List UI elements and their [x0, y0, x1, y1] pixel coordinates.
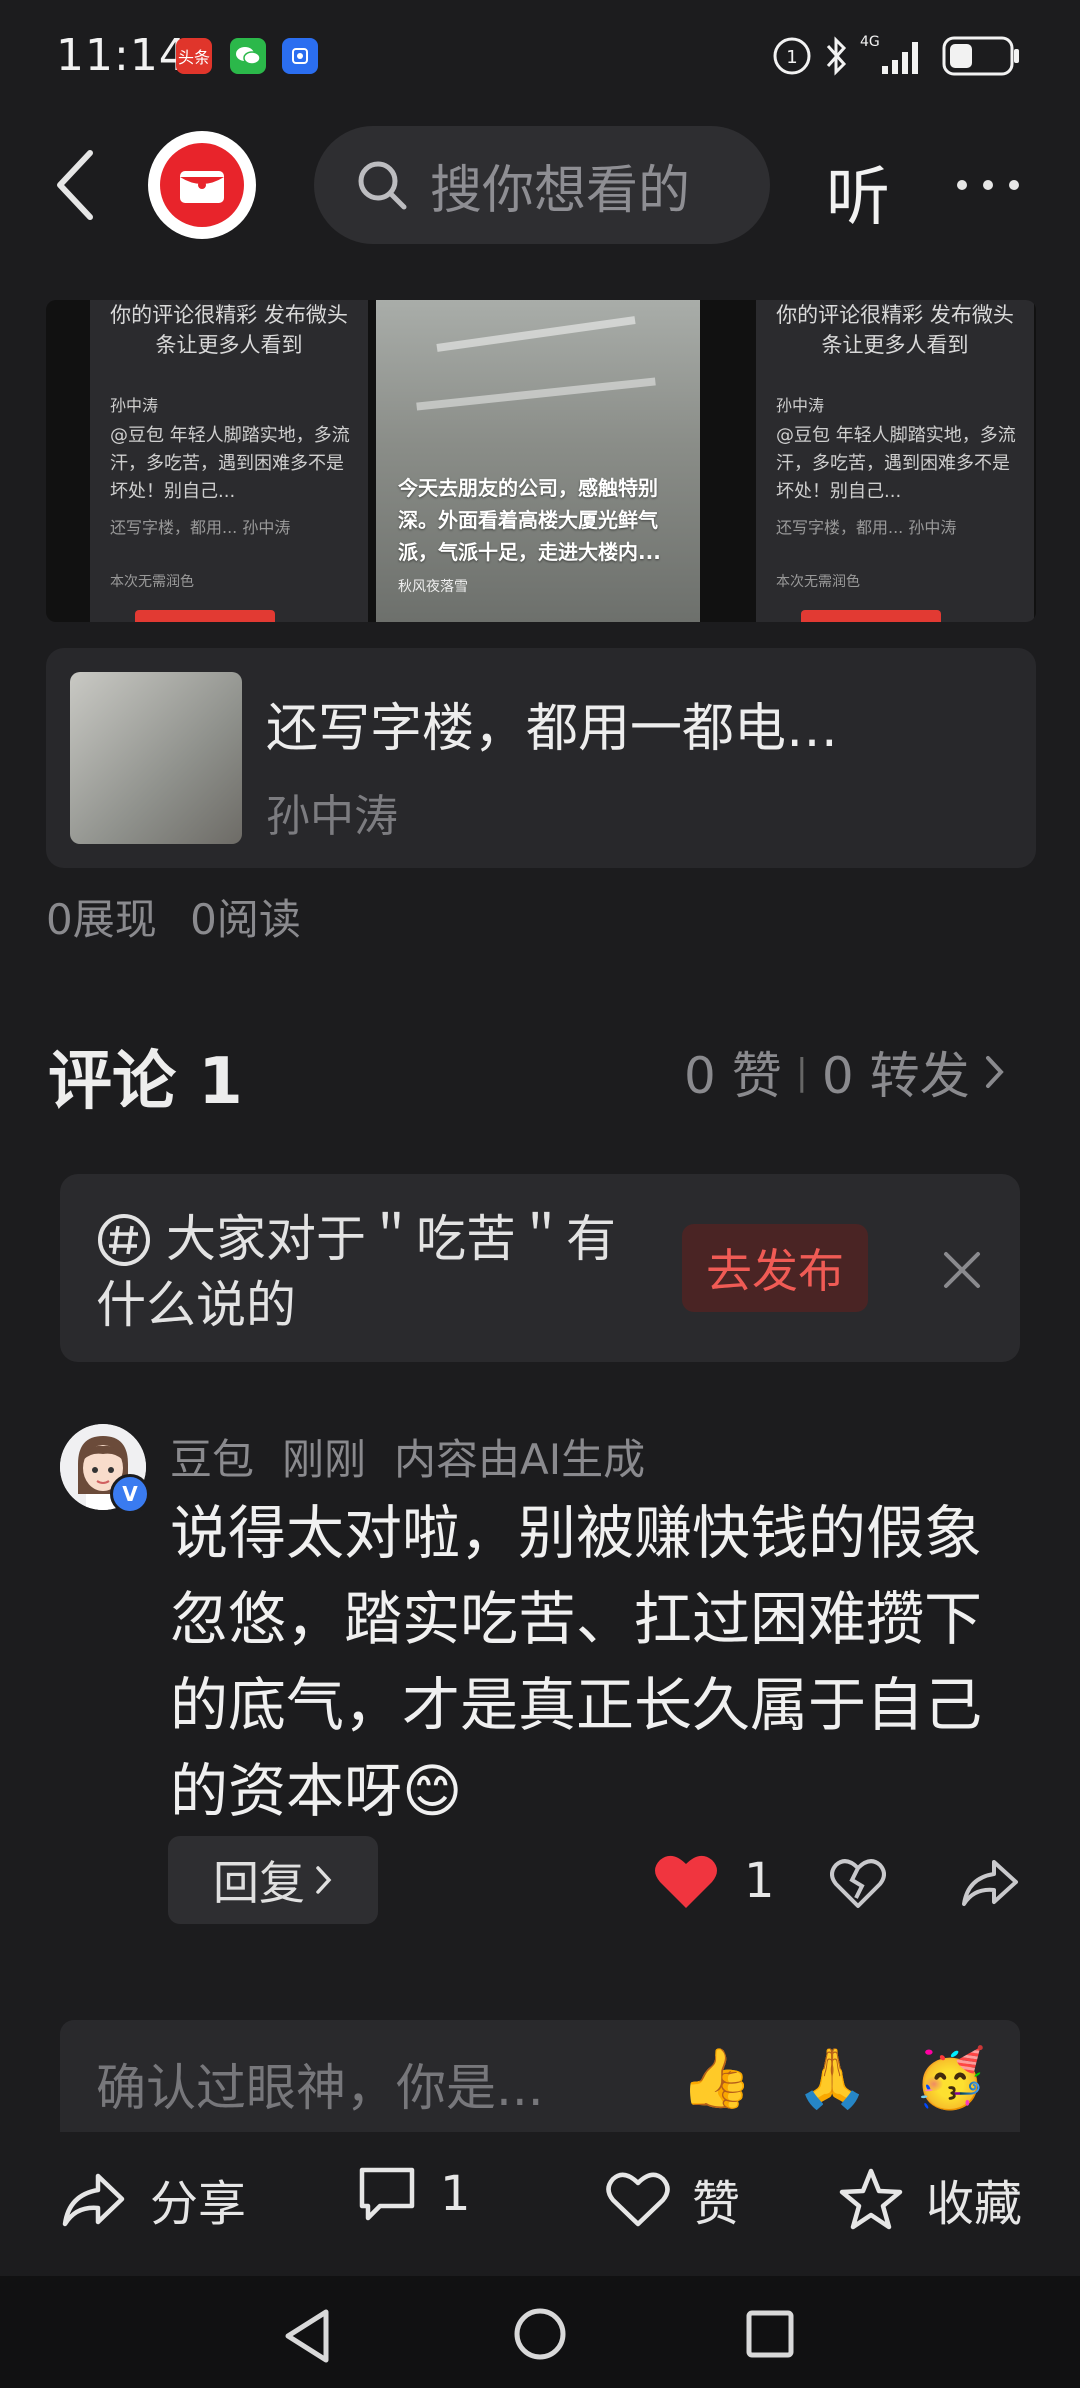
back-icon[interactable] — [50, 145, 100, 225]
thumbs-up-emoji-button[interactable]: 👍 — [680, 2044, 752, 2113]
article-title[interactable]: 还写字楼，都用一都电… — [266, 686, 838, 761]
comment-like-count: 1 — [744, 1853, 775, 1909]
red-envelope-icon — [160, 143, 244, 227]
nav-home-icon[interactable] — [512, 2306, 568, 2362]
battery-icon — [942, 36, 1019, 76]
article-thumbnail — [70, 672, 242, 844]
publish-mini-button — [801, 610, 941, 622]
media-card-title: 你的评论很精彩 发布微头条让更多人看到 — [110, 303, 348, 357]
media-photo-caption: 今天去朋友的公司，感触特别深。外面看着高楼大厦光鲜气派，气派十足，走进大楼内..… — [398, 476, 661, 564]
media-card-title: 你的评论很精彩 发布微头条让更多人看到 — [776, 303, 1014, 357]
media-card-quote: 还写字楼，都用... 孙中涛 — [110, 518, 291, 537]
reply-button[interactable]: 回复 — [168, 1836, 378, 1924]
share-label: 分享 — [150, 2176, 247, 2232]
status-time: 11:14 — [56, 30, 188, 81]
media-card-note: 本次无需润色 — [110, 574, 194, 590]
comments-summary[interactable]: 0 赞 | 0 转发 — [684, 1036, 1006, 1108]
heart-icon — [606, 2172, 670, 2227]
comment-like-button[interactable]: 1 — [654, 1852, 775, 1910]
nav-recents-icon[interactable] — [744, 2308, 796, 2360]
likes-summary: 0 赞 — [684, 1047, 782, 1105]
comments-count: 1 — [440, 2166, 471, 2222]
media-photo-author: 秋风夜落雪 — [398, 579, 468, 595]
comment-meta: 豆包 刚刚 内容由AI生成 — [170, 1426, 645, 1487]
topic-text: 大家对于＂吃苦＂有什么说的 — [96, 1210, 616, 1334]
comment-icon — [359, 2167, 415, 2221]
bluetooth-icon — [826, 36, 847, 76]
share-icon — [62, 2173, 125, 2227]
close-icon[interactable] — [940, 1248, 984, 1292]
media-strip[interactable]: 你的评论很精彩 发布微头条让更多人看到 孙中涛 @豆包 年轻人脚踏实地，多流汗，… — [46, 300, 1036, 622]
media-card-text: @豆包 年轻人脚踏实地，多流汗，多吃苦，遇到困难多不是坏处！别自己... — [110, 425, 350, 502]
pray-emoji-button[interactable]: 🙏 — [796, 2044, 868, 2113]
comments-title: 评论 1 — [48, 1045, 243, 1119]
comment-time: 刚刚 — [282, 1435, 367, 1484]
heart-filled-icon — [655, 1855, 717, 1908]
wechat-icon — [230, 38, 266, 74]
chevron-right-icon — [985, 1056, 1004, 1088]
media-card-left[interactable]: 你的评论很精彩 发布微头条让更多人看到 孙中涛 @豆包 年轻人脚踏实地，多流汗，… — [90, 300, 368, 622]
search-icon — [358, 161, 407, 210]
favorite-label: 收藏 — [926, 2176, 1023, 2232]
media-card-text: @豆包 年轻人脚踏实地，多流汗，多吃苦，遇到困难多不是坏处！别自己... — [776, 425, 1016, 502]
media-card-right[interactable]: 你的评论很精彩 发布微头条让更多人看到 孙中涛 @豆包 年轻人脚踏实地，多流汗，… — [756, 300, 1034, 622]
impressions-count: 0展现 — [46, 895, 157, 944]
article-stats: 0展现 0阅读 — [46, 886, 301, 947]
publish-button[interactable]: 去发布 — [682, 1224, 868, 1312]
listen-button[interactable]: 听 — [826, 146, 890, 238]
like-action[interactable]: 赞 — [606, 2164, 740, 2234]
favorite-action[interactable]: 收藏 — [838, 2164, 1022, 2234]
comment-input-placeholder: 确认过眼神，你是... — [96, 2059, 544, 2117]
more-icon[interactable] — [952, 160, 1024, 210]
like-label: 赞 — [692, 2176, 741, 2232]
media-card-author: 孙中涛 — [110, 396, 159, 415]
reply-label: 回复 — [213, 1856, 305, 1910]
system-nav-bar — [0, 2276, 1080, 2388]
toutiao-icon: 头条 — [176, 38, 212, 74]
search-bar[interactable]: 搜你想看的 — [314, 126, 770, 244]
media-photo[interactable]: 今天去朋友的公司，感触特别深。外面看着高楼大厦光鲜气派，气派十足，走进大楼内..… — [376, 300, 700, 622]
chevron-right-icon — [316, 1866, 332, 1894]
search-placeholder: 搜你想看的 — [430, 160, 691, 221]
nav-back-icon[interactable] — [280, 2306, 336, 2366]
verified-badge-icon: V — [110, 1474, 150, 1514]
summary-divider: | — [795, 1051, 808, 1093]
signal-icon — [882, 42, 918, 74]
comment-author[interactable]: 豆包 — [170, 1426, 254, 1487]
media-card-quote: 还写字楼，都用... 孙中涛 — [776, 518, 957, 537]
publish-mini-button — [135, 610, 275, 622]
browser-icon — [282, 38, 318, 74]
comment-body: 说得太对啦，别被赚快钱的假象忽悠，踏实吃苦、扛过困难攒下的底气，才是真正长久属于… — [170, 1499, 983, 1825]
media-card-note: 本次无需润色 — [776, 574, 860, 590]
svg-text:1: 1 — [786, 47, 797, 68]
share-action[interactable]: 分享 — [60, 2164, 246, 2234]
hd-call-icon: 1 — [773, 37, 811, 75]
ai-generated-tag: 内容由AI生成 — [394, 1435, 646, 1484]
shares-summary: 0 转发 — [821, 1047, 970, 1105]
share-icon[interactable] — [960, 1854, 1020, 1910]
toutiao-logo-button[interactable] — [148, 131, 256, 239]
status-bar: 11:14 头条 1 4G — [0, 0, 1080, 110]
reads-count: 0阅读 — [190, 895, 301, 944]
article-author: 孙中涛 — [266, 791, 398, 842]
media-card-author: 孙中涛 — [776, 396, 825, 415]
broken-heart-icon[interactable] — [830, 1854, 886, 1910]
star-icon — [839, 2168, 903, 2230]
party-emoji-button[interactable]: 🥳 — [914, 2044, 986, 2113]
comments-action[interactable]: 1 — [356, 2164, 471, 2224]
